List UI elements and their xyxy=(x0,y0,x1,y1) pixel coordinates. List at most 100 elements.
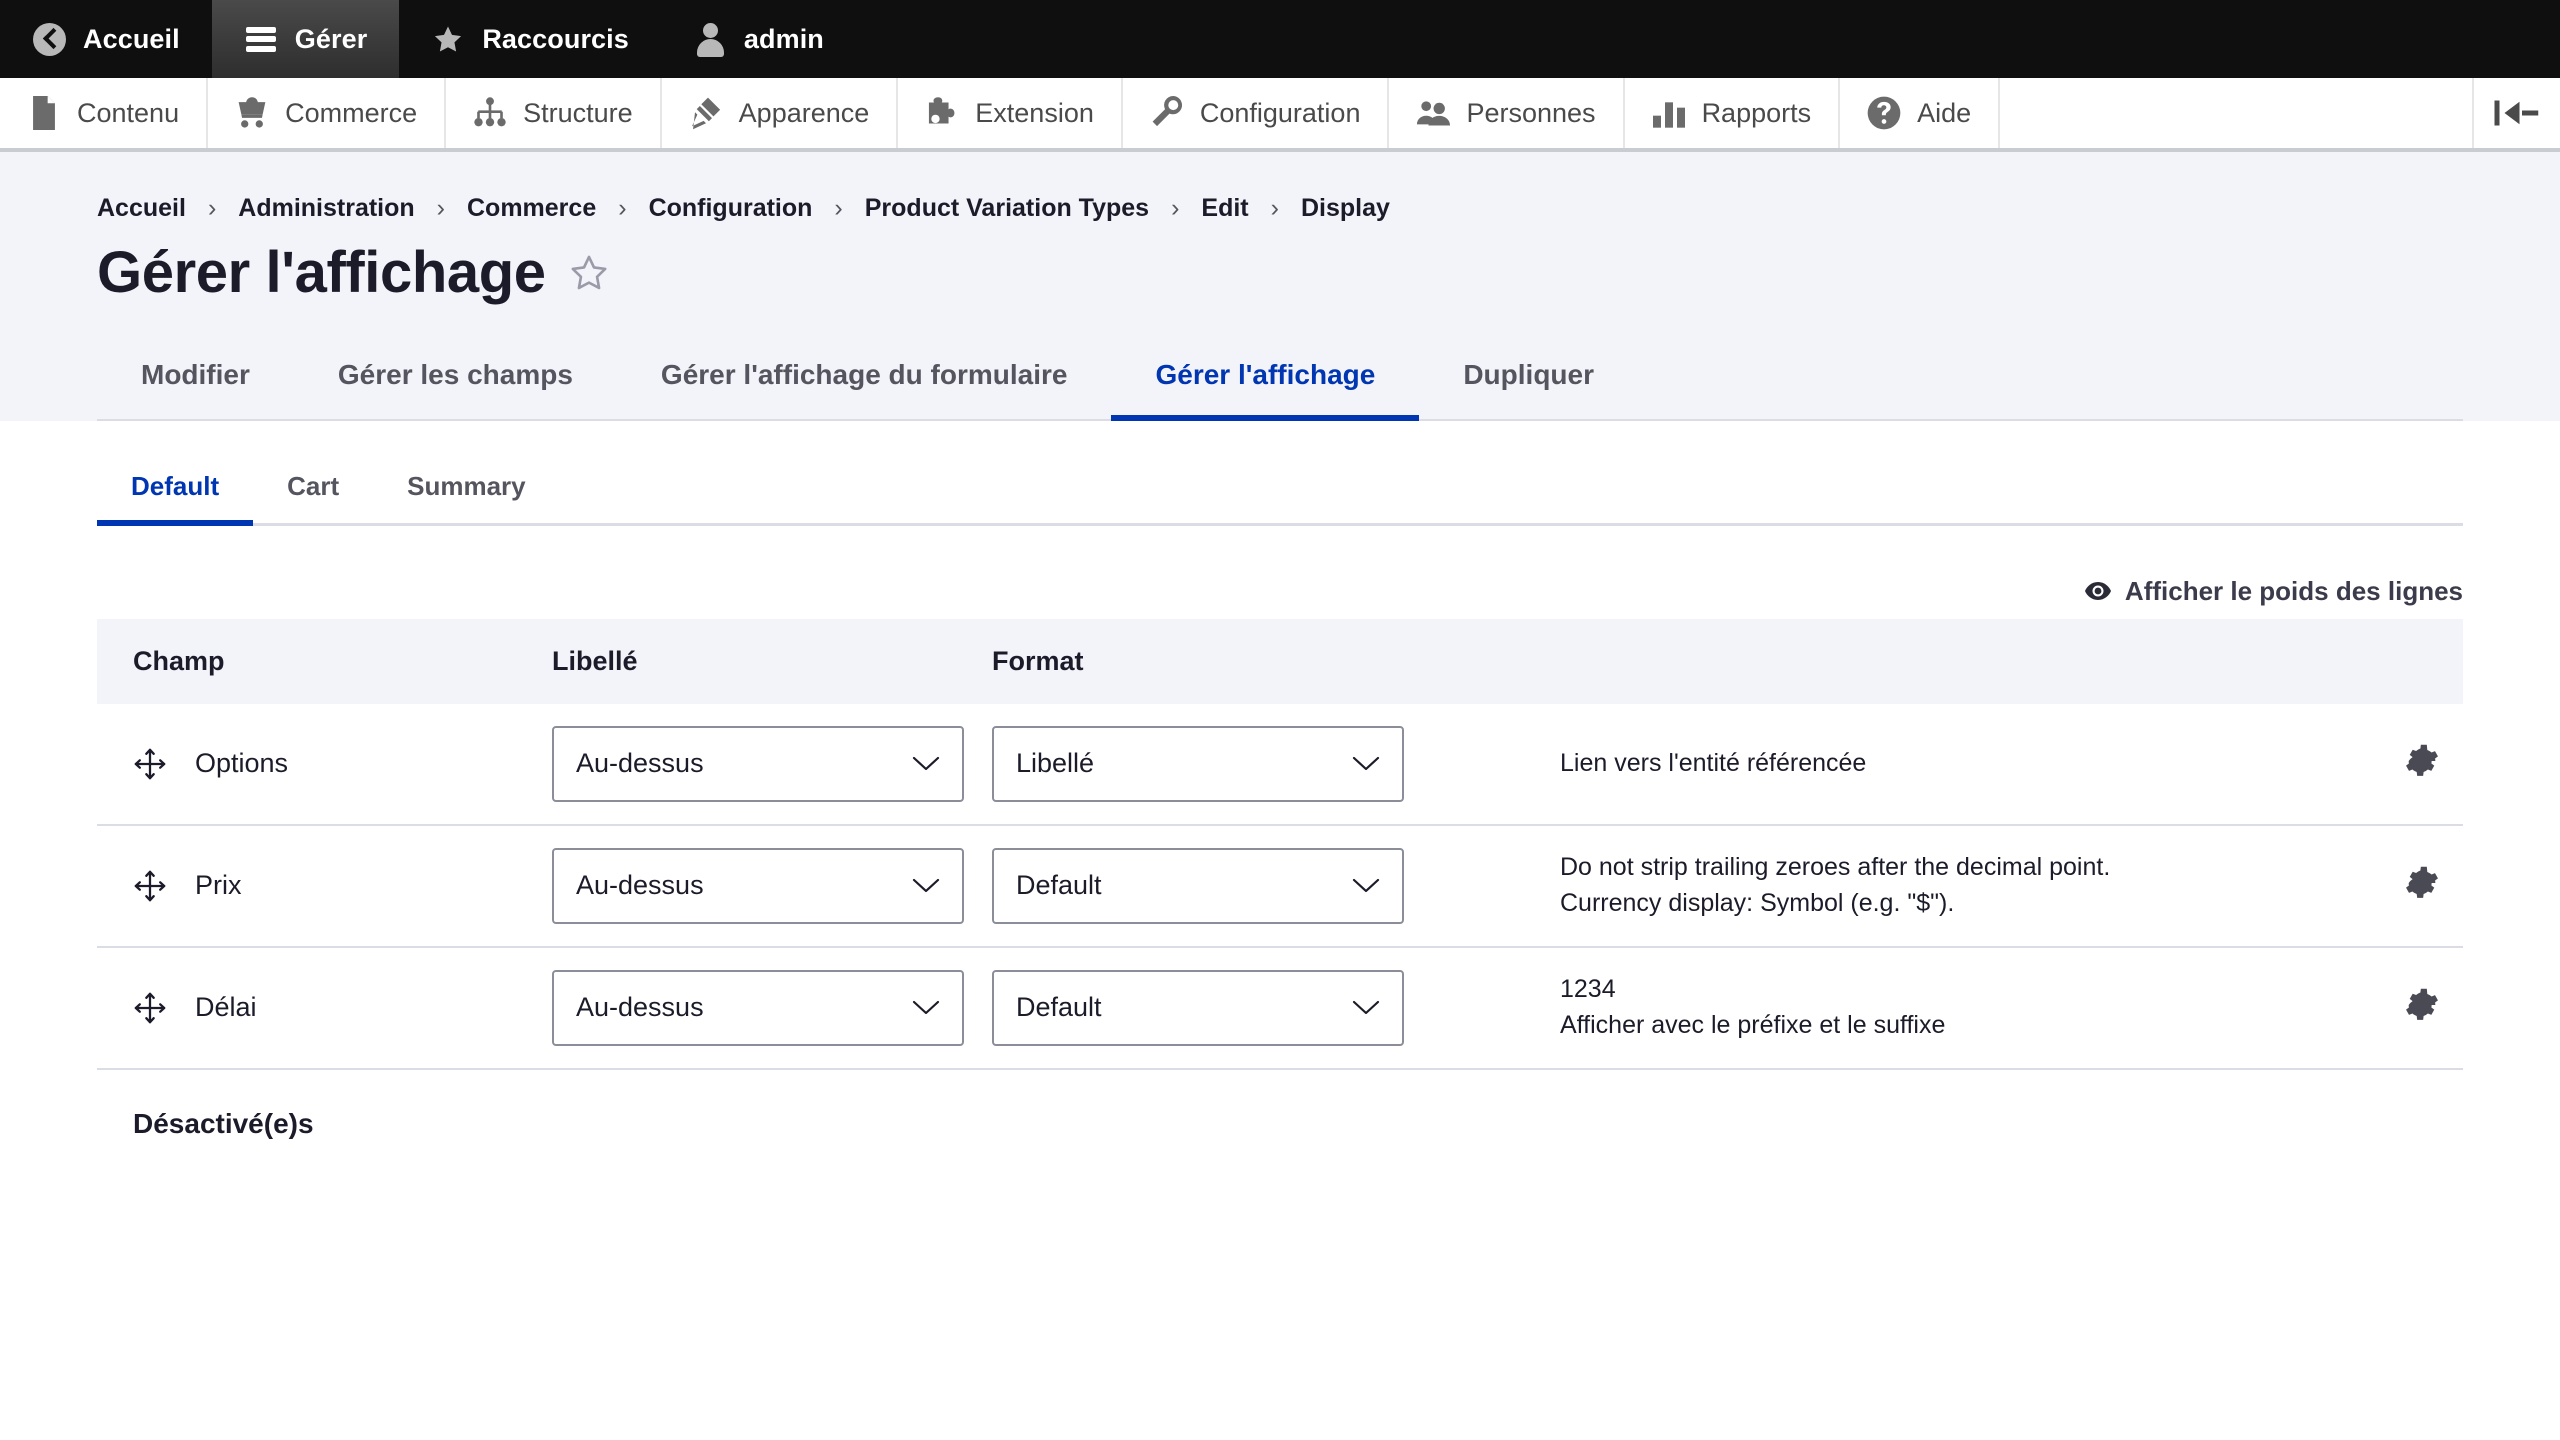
summary-line: Lien vers l'entité référencée xyxy=(1560,749,1867,778)
cell-summary: Lien vers l'entité référencée xyxy=(1552,703,2373,826)
label-display-select[interactable]: Au-dessus xyxy=(552,847,964,924)
breadcrumb-item-configuration[interactable]: Configuration xyxy=(649,194,813,223)
view-mode-tab-cart[interactable]: Cart xyxy=(253,455,373,526)
menu-item-label: Contenu xyxy=(77,97,180,128)
menu-item-apparence[interactable]: Apparence xyxy=(662,78,899,148)
tab-label: Gérer l'affichage du formulaire xyxy=(660,358,1068,390)
admin-menu-bar: Contenu Commerce Structure Apparence Ext… xyxy=(0,78,2560,152)
table-row: Délai Au-dessus Default 1234 Afficher av… xyxy=(97,946,2463,1070)
summary-line: 1234 xyxy=(1560,975,1616,1004)
chevron-down-icon xyxy=(1352,999,1380,1016)
menu-item-configuration[interactable]: Configuration xyxy=(1123,78,1390,148)
breadcrumb-separator: › xyxy=(618,194,627,222)
drag-move-icon[interactable] xyxy=(133,991,167,1025)
primary-tabs: Modifier Gérer les champs Gérer l'affich… xyxy=(97,339,2463,421)
label-display-select[interactable]: Au-dessus xyxy=(552,969,964,1046)
toolbar-tab-admin[interactable]: admin xyxy=(661,0,856,78)
wrench-icon xyxy=(1150,96,1184,130)
collapse-panel-icon[interactable] xyxy=(2474,78,2560,148)
menu-item-aide[interactable]: Aide xyxy=(1840,78,2001,148)
breadcrumb-item-edit[interactable]: Edit xyxy=(1201,194,1248,223)
menu-item-label: Structure xyxy=(523,97,633,128)
page-title: Gérer l'affichage xyxy=(97,240,546,305)
tab-modifier[interactable]: Modifier xyxy=(97,339,294,421)
view-mode-tab-summary[interactable]: Summary xyxy=(373,455,560,526)
drag-move-icon[interactable] xyxy=(133,869,167,903)
tab-label: Gérer l'affichage xyxy=(1155,358,1376,390)
toolbar-tab-label: Raccourcis xyxy=(482,23,629,54)
cell-operations xyxy=(2373,703,2463,826)
tab-gerer-affichage[interactable]: Gérer l'affichage xyxy=(1111,339,1420,421)
sitemap-icon xyxy=(473,96,507,130)
cell-label-select: Au-dessus xyxy=(552,703,992,826)
breadcrumb-separator: › xyxy=(207,194,217,222)
show-row-weights-button[interactable]: Afficher le poids des lignes xyxy=(2084,575,2463,607)
menu-item-contenu[interactable]: Contenu xyxy=(0,78,209,148)
cell-operations xyxy=(2373,946,2463,1070)
format-select-value: Default xyxy=(1016,870,1102,901)
menu-item-structure[interactable]: Structure xyxy=(446,78,662,148)
menu-item-personnes[interactable]: Personnes xyxy=(1389,78,1625,148)
chevron-down-icon xyxy=(912,877,940,894)
hamburger-icon xyxy=(244,22,278,56)
view-mode-tab-default[interactable]: Default xyxy=(97,455,254,526)
table-body: Options Au-dessus Libellé Lien vers l'en… xyxy=(97,703,2463,1070)
cell-format-select: Default xyxy=(992,824,1552,948)
view-mode-tabs: Default Cart Summary xyxy=(97,421,2463,526)
format-select[interactable]: Libellé xyxy=(992,725,1404,802)
breadcrumb-item-display[interactable]: Display xyxy=(1301,194,1390,223)
breadcrumb-separator: › xyxy=(436,194,445,222)
tab-gerer-affichage-formulaire[interactable]: Gérer l'affichage du formulaire xyxy=(617,339,1112,421)
breadcrumb-item-commerce[interactable]: Commerce xyxy=(467,194,596,223)
tab-label: Modifier xyxy=(141,358,250,390)
summary-line: Afficher avec le préfixe et le suffixe xyxy=(1560,1010,1946,1039)
chevron-down-icon xyxy=(912,755,940,772)
toolbar-tab-label: Gérer xyxy=(294,23,368,54)
format-select-value: Libellé xyxy=(1016,748,1095,779)
eye-icon xyxy=(2084,582,2111,601)
toolbar-tab-label: Accueil xyxy=(83,23,180,54)
star-outline-icon[interactable] xyxy=(568,252,610,294)
gear-icon[interactable] xyxy=(2405,867,2439,904)
breadcrumb-item-accueil[interactable]: Accueil xyxy=(97,194,186,223)
cell-summary: Do not strip trailing zeroes after the d… xyxy=(1552,824,2373,948)
drag-move-icon[interactable] xyxy=(133,747,167,781)
gear-icon[interactable] xyxy=(2405,745,2439,782)
format-select[interactable]: Default xyxy=(992,847,1404,924)
show-row-weights-label: Afficher le poids des lignes xyxy=(2124,575,2463,606)
page-title-row: Gérer l'affichage xyxy=(97,241,2463,305)
toolbar-tab-raccourcis[interactable]: Raccourcis xyxy=(399,0,661,78)
breadcrumb-separator: › xyxy=(834,194,843,222)
toolbar-tab-gerer[interactable]: Gérer xyxy=(211,0,400,78)
label-select-value: Au-dessus xyxy=(576,870,704,901)
breadcrumb-item-administration[interactable]: Administration xyxy=(238,194,414,223)
star-icon xyxy=(431,22,465,56)
toolbar-tab-accueil[interactable]: Accueil xyxy=(0,0,212,78)
page-header: Accueil › Administration › Commerce › Co… xyxy=(0,152,2560,421)
tab-gerer-les-champs[interactable]: Gérer les champs xyxy=(294,339,617,421)
field-name: Options xyxy=(195,748,289,779)
menu-item-extension[interactable]: Extension xyxy=(898,78,1123,148)
table-header-row: Champ Libellé Format xyxy=(97,618,2463,704)
admin-toolbar: Accueil Gérer Raccourcis admin xyxy=(0,0,2560,78)
summary-line: Do not strip trailing zeroes after the d… xyxy=(1560,853,2111,882)
cell-operations xyxy=(2373,824,2463,948)
menu-item-commerce[interactable]: Commerce xyxy=(208,78,447,148)
view-mode-label: Default xyxy=(131,470,220,501)
menu-item-rapports[interactable]: Rapports xyxy=(1625,78,1841,148)
back-circle-icon xyxy=(32,22,66,56)
breadcrumb-separator: › xyxy=(1171,194,1180,222)
bar-chart-icon xyxy=(1652,96,1686,130)
menu-item-label: Commerce xyxy=(285,97,418,128)
label-display-select[interactable]: Au-dessus xyxy=(552,725,964,802)
tab-dupliquer[interactable]: Dupliquer xyxy=(1419,339,1638,421)
shopping-cart-icon xyxy=(235,96,269,130)
field-name: Délai xyxy=(195,992,257,1023)
column-header-libelle: Libellé xyxy=(552,618,992,704)
paintbrush-icon xyxy=(689,96,723,130)
field-name: Prix xyxy=(195,870,242,901)
breadcrumb-item-product-variation-types[interactable]: Product Variation Types xyxy=(865,194,1149,223)
format-select[interactable]: Default xyxy=(992,969,1404,1046)
menu-item-label: Aide xyxy=(1917,97,1972,128)
gear-icon[interactable] xyxy=(2405,989,2439,1026)
